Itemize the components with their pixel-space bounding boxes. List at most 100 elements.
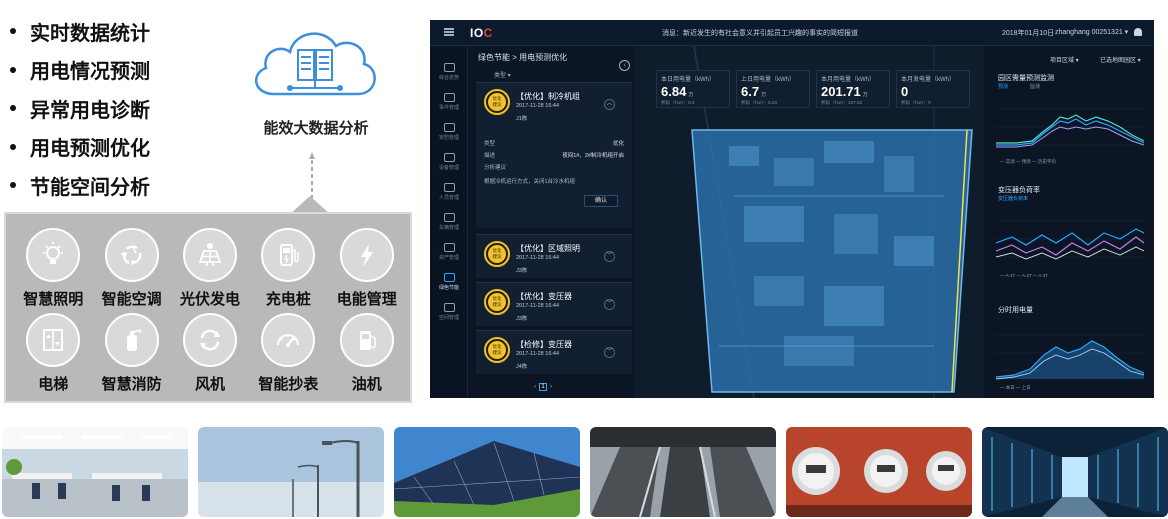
app-elevator[interactable]: 电梯 [14,313,92,398]
app-smart-fire[interactable]: 智慧消防 [92,313,170,398]
menu-icon[interactable] [444,28,454,36]
hourly-legend: — 本日 — 上日 [1000,385,1031,390]
nav-item-security[interactable]: 安防管理 [430,123,468,141]
app-fuel-generator[interactable]: 油机 [328,313,406,398]
nav-item-people[interactable]: 人员管理 [430,183,468,201]
feature-label: 实时数据统计 [30,20,150,45]
feature-item: 实时数据统计 [10,12,240,51]
collapse-button[interactable]: ‹ [619,60,630,71]
right-charts-column: 项目区域 ▾ 已选地图园区 ▾ 园区需量预测监测 预测 监测 — 实测 — 预测… [990,47,1150,398]
stat-card: 本月发电量（kWh） 0 折标（Tce）：0 [896,70,970,108]
feature-list: 实时数据统计 用电情况预测 异常用电诊断 用电预测优化 节能空间分析 [10,12,240,205]
bullet-icon [10,105,16,112]
app-label: 智能空调 [101,290,162,308]
nav-item-devices[interactable]: 设备管理 [430,153,468,171]
chevron-down-icon[interactable]: ﹀ [604,251,615,262]
card-title: 【检修】变压器 [516,340,572,349]
prev-page-button[interactable]: ‹ [534,384,536,390]
pagination: ‹ 1 › [534,383,564,391]
detail-desc-label: 描述 [484,153,496,159]
nav-item-overview[interactable]: 综合态势 [430,63,468,81]
date-text: 2018年01月10日 [1002,30,1055,37]
suggestion-list: 优化 建议 【优化】制冷机组 2017-11-28 16:44 J1栋 ︿ 类型 … [476,82,632,382]
nav-item-vehicles[interactable]: 车辆管理 [430,213,468,231]
office-lighting-photo [2,427,188,517]
transformer-chart-subtitle: 变压器负荷率 [998,196,1029,202]
fan-icon [182,313,237,367]
bullet-icon [10,182,16,189]
app-label: 光伏发电 [179,290,240,308]
fuel-pump-icon [339,313,394,367]
page-1-button[interactable]: 1 [539,383,547,391]
charging-pile-icon [261,228,316,282]
suggestion-card[interactable]: 优化 建议 【优化】变压器 2017-11-28 16:44 J3栋 ﹀ [476,282,632,326]
app-charging-pile[interactable]: 充电桩 [249,228,327,313]
app-fan[interactable]: 风机 [171,313,249,398]
suggestion-card[interactable]: 优化 建议 【优化】制冷机组 2017-11-28 16:44 J1栋 ︿ 类型 … [476,82,632,228]
type-filter-dropdown[interactable]: 类型 ▾ [494,70,511,79]
stat-card: 上日用电量（kWh） 6.7 万 折标（Tce）：8.23 [736,70,810,108]
feature-label: 用电情况预测 [30,59,150,84]
card-time: 2017-11-28 16:44 [516,255,560,261]
map-mode-dropdown[interactable]: 已选地图园区 ▾ [1100,55,1141,64]
next-page-button[interactable]: › [550,384,552,390]
app-smart-lighting[interactable]: 智慧照明 [14,228,92,313]
detail-suggest-value: 根据冷机运行方式，关闭1台冷水机组 [484,179,576,185]
app-label: 电能管理 [336,290,397,308]
campus-dropdown[interactable]: 项目区域 ▾ [1050,55,1079,64]
chevron-down-icon[interactable]: ﹀ [604,347,615,358]
overview-icon [443,63,455,72]
demand-tab-monitor[interactable]: 监测 [1030,83,1040,90]
dashed-arrow-icon [309,152,315,198]
meter-icon [261,313,316,367]
stat-card: 本月用电量（kWh） 201.71 万 折标（Tce）：247.52 [816,70,890,108]
confirm-button[interactable]: 确认 [584,195,618,207]
bullet-icon [10,143,16,150]
card-title: 【优化】变压器 [516,292,572,301]
transformer-chart [996,220,1144,260]
suggestion-badge: 优化 建议 [484,89,510,115]
solar-panel-icon [182,228,237,282]
leaf-icon [443,273,455,282]
transformer-chart-title: 变压器负荷率 [998,187,1040,194]
shield-icon [443,123,455,132]
detail-suggest-label: 分析建议 [484,165,507,171]
app-power-management[interactable]: 电能管理 [328,228,406,313]
suggestion-card[interactable]: 优化 建议 【检修】变压器 2017-11-28 16:44 J4栋 ﹀ [476,330,632,374]
chevron-down-icon[interactable]: ﹀ [604,299,615,310]
feature-item: 用电预测优化 [10,128,240,167]
app-smart-ac[interactable]: 智能空调 [92,228,170,313]
suggestion-card[interactable]: 优化 建议 【优化】区域照明 2017-11-28 16:44 J3栋 ﹀ [476,234,632,278]
hourly-chart [996,334,1144,380]
person-icon [443,183,455,192]
nav-item-assets[interactable]: 资产管理 [430,243,468,261]
device-icon [443,153,455,162]
app-label: 智能抄表 [258,375,319,393]
bell-icon[interactable] [1134,28,1142,36]
app-smart-meter[interactable]: 智能抄表 [249,313,327,398]
detail-desc-value: 夜间1#、2#制冷机组开启 [562,153,624,159]
demand-tab-predict[interactable]: 预测 [998,83,1008,90]
nav-item-events[interactable]: 事件管理 [430,93,468,111]
detail-type-label: 类型 [484,141,496,147]
user-menu[interactable]: zhanghang 00251321 ▾ [1055,28,1128,36]
hourly-chart-title: 分时用电量 [998,307,1033,314]
bullet-icon [10,66,16,73]
feature-label: 用电预测优化 [30,136,150,161]
stat-cards: 本日用电量（kWh） 6.84 万 折标（Tce）：8.4 上日用电量（kWh） … [656,70,972,108]
card-building: J1栋 [516,116,528,122]
app-label: 充电桩 [265,290,311,308]
ioc-dashboard: IOC 消息：新近发生的有社会意义并引起员工兴趣的事实的简短报道 2018年01… [430,20,1154,398]
nav-item-space[interactable]: 空间管理 [430,303,468,321]
stat-card: 本日用电量（kWh） 6.84 万 折标（Tce）：8.4 [656,70,730,108]
card-time: 2017-11-28 16:44 [516,303,560,309]
app-label: 智慧消防 [101,375,162,393]
demand-chart-title: 园区需量预测监测 [998,75,1054,82]
nav-item-green-energy[interactable]: 绿色节能 [430,273,468,291]
chevron-up-icon[interactable]: ︿ [604,99,615,110]
app-solar[interactable]: 光伏发电 [171,228,249,313]
street-lights-photo [198,427,384,517]
events-icon [443,93,455,102]
smart-apps-panel: 智慧照明 智能空调 光伏发电 充电桩 电能管理 电梯 智慧消防 风机 智能抄表 … [4,212,412,403]
ioc-logo: IOC [470,26,493,40]
